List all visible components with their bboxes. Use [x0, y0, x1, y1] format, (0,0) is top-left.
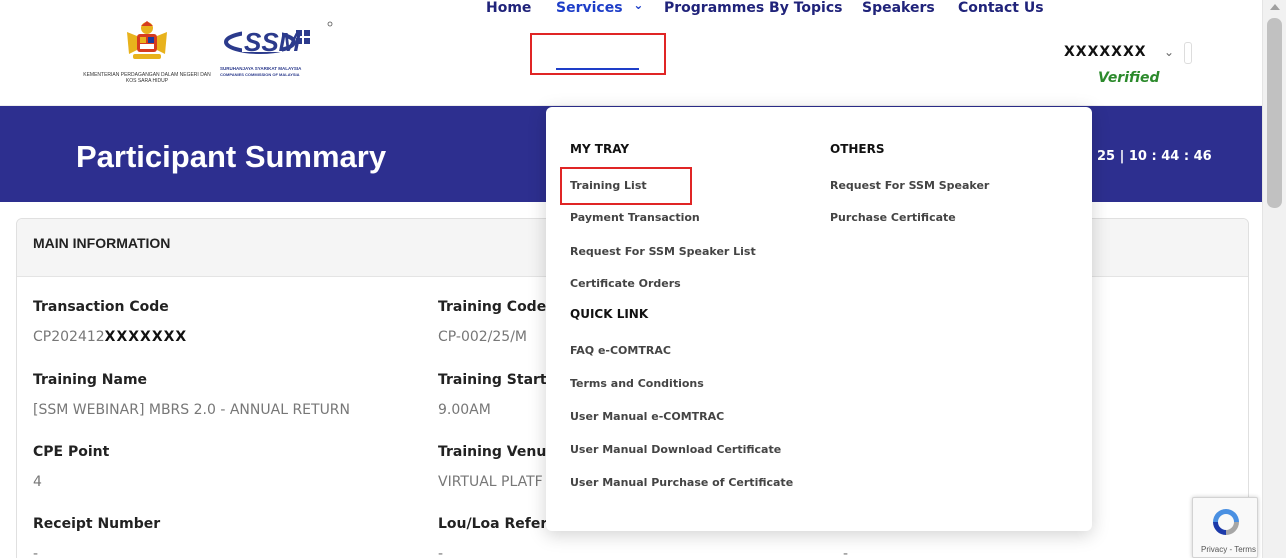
page-title: Participant Summary: [76, 139, 387, 174]
site-header: KEMENTERIAN PERDAGANGAN DALAM NEGERI DAN…: [0, 0, 1262, 106]
menu-item-certificate-orders[interactable]: Certificate Orders: [570, 277, 681, 290]
training-venue-value: VIRTUAL PLATF: [438, 474, 543, 490]
training-venue-label: Training Venu: [438, 444, 546, 460]
transaction-code-mask: XXXXXXX: [104, 329, 188, 345]
verified-status: Verified: [1098, 70, 1160, 86]
extra-field-value: -: [843, 546, 849, 558]
ssm-logo-icon: SSM: [224, 21, 333, 57]
page-scrollbar[interactable]: [1262, 0, 1286, 558]
ssm-subtext-line1: SURUHANJAYA SYARIKAT MALAYSIA: [220, 66, 302, 71]
scroll-up-arrow-icon[interactable]: [1270, 4, 1280, 10]
menu-item-request-speaker[interactable]: Request For SSM Speaker: [830, 179, 989, 192]
menu-item-payment-transaction[interactable]: Payment Transaction: [570, 211, 700, 224]
scrollbar-thumb[interactable]: [1267, 18, 1282, 208]
menu-item-terms[interactable]: Terms and Conditions: [570, 377, 704, 390]
recaptcha-badge[interactable]: Privacy - Terms: [1192, 497, 1258, 558]
menu-item-user-manual[interactable]: User Manual e-COMTRAC: [570, 410, 724, 423]
menu-item-manual-purchase-certificate[interactable]: User Manual Purchase of Certificate: [570, 476, 793, 489]
training-name-value: [SSM WEBINAR] MBRS 2.0 - ANNUAL RETURN: [33, 402, 351, 418]
malaysia-crest-icon: [127, 21, 167, 59]
menu-item-speaker-request-list[interactable]: Request For SSM Speaker List: [570, 245, 756, 258]
training-name-label: Training Name: [33, 372, 148, 388]
cpe-point-label: CPE Point: [33, 444, 110, 460]
kpdn-name: KEMENTERIAN PERDAGANGAN DALAM NEGERI DAN…: [83, 72, 211, 84]
kpdn-logo[interactable]: KEMENTERIAN PERDAGANGAN DALAM NEGERI DAN…: [82, 20, 212, 92]
transaction-code-label: Transaction Code: [33, 299, 169, 315]
ssm-logo[interactable]: SSM SURUHANJAYA SYARIKAT MALAYSIA COMPAN…: [220, 18, 340, 92]
section-title: MAIN INFORMATION: [33, 235, 171, 251]
chevron-down-icon[interactable]: ⌄: [1164, 45, 1174, 59]
menu-item-faq[interactable]: FAQ e-COMTRAC: [570, 344, 671, 357]
menu-item-purchase-certificate[interactable]: Purchase Certificate: [830, 211, 956, 224]
clock-readout: 25 | 10 : 44 : 46: [1097, 149, 1212, 164]
my-tray-heading: MY TRAY: [570, 142, 630, 156]
nav-programmes[interactable]: Programmes By Topics: [664, 0, 842, 16]
ssm-subtext-line2: COMPANIES COMMISSION OF MALAYSIA: [220, 71, 300, 77]
nav-services[interactable]: Services ⌄: [556, 0, 643, 16]
ssm-subtext: SURUHANJAYA SYARIKAT MALAYSIA COMPANIES …: [220, 66, 301, 77]
recaptcha-privacy-terms[interactable]: Privacy - Terms: [1201, 545, 1256, 554]
services-highlight-box: [530, 33, 666, 75]
transaction-code-prefix: CP202412: [33, 329, 105, 345]
receipt-number-label: Receipt Number: [33, 516, 161, 532]
menu-item-manual-download-certificate[interactable]: User Manual Download Certificate: [570, 443, 781, 456]
training-list-highlight-box: [560, 167, 692, 205]
nav-contact[interactable]: Contact Us: [958, 0, 1044, 16]
receipt-number-value: -: [33, 546, 39, 558]
user-menu-handle: [1184, 42, 1192, 64]
quick-link-heading: QUICK LINK: [570, 307, 649, 321]
services-dropdown-menu: MY TRAY Training List Payment Transactio…: [546, 107, 1092, 531]
training-code-value: CP-002/25/M: [438, 329, 528, 345]
training-start-value: 9.00AM: [438, 402, 491, 418]
others-heading: OTHERS: [830, 142, 885, 156]
nav-services-label: Services: [556, 0, 623, 16]
nav-home[interactable]: Home: [486, 0, 531, 16]
chevron-down-icon: ⌄: [633, 0, 644, 12]
training-start-label: Training Start: [438, 372, 546, 388]
lou-reference-label: Lou/Loa Refere: [438, 516, 546, 532]
user-name[interactable]: XXXXXXX: [1064, 44, 1147, 60]
cpe-point-value: 4: [33, 474, 42, 490]
svg-text:SSM: SSM: [244, 27, 302, 57]
nav-speakers[interactable]: Speakers: [862, 0, 935, 16]
recaptcha-icon: [1213, 509, 1239, 535]
lou-reference-value: -: [438, 546, 444, 558]
transaction-code-value: CP202412XXXXXXX: [33, 329, 187, 345]
training-code-label: Training Code: [438, 299, 546, 315]
